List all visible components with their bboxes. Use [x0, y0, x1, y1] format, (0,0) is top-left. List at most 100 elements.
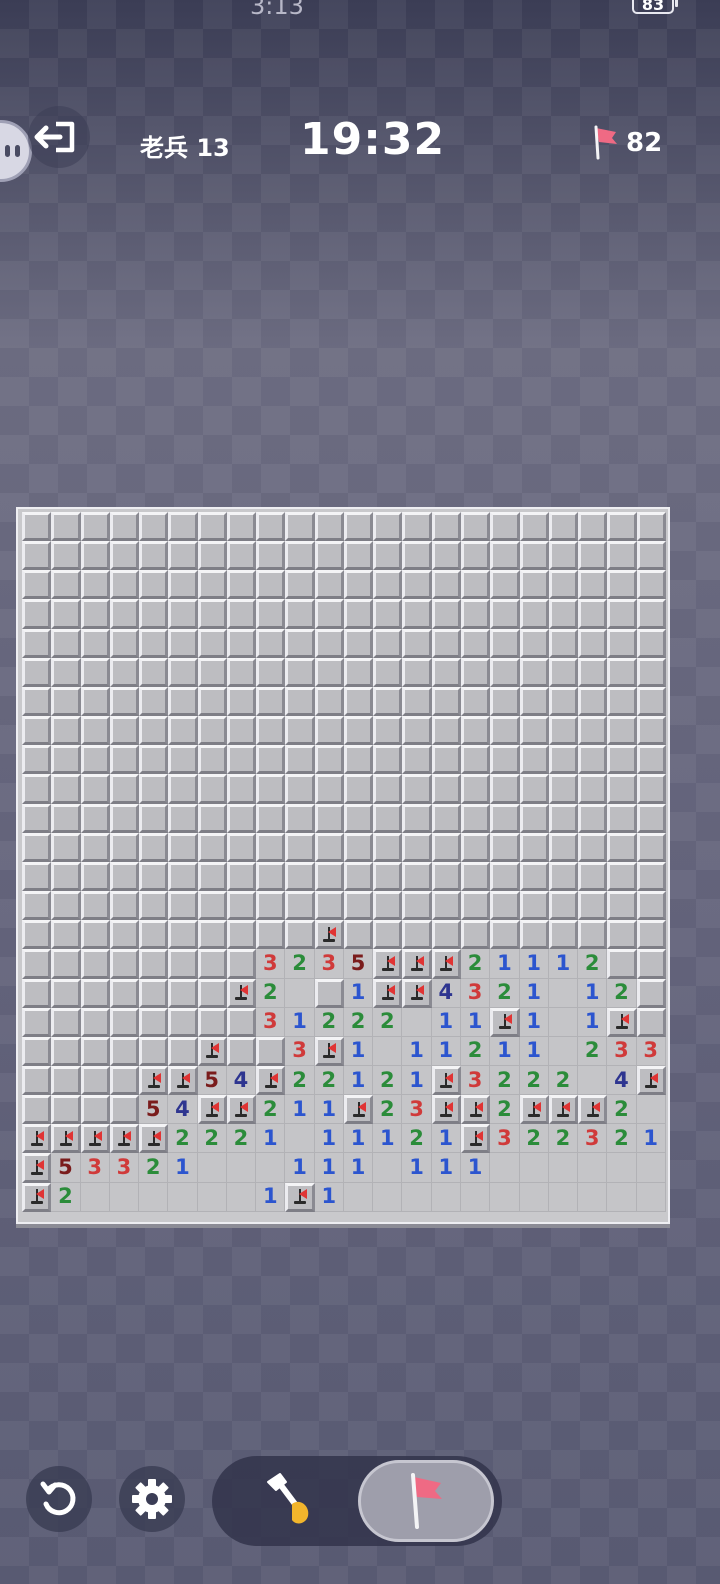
covered-tile[interactable] — [51, 657, 81, 687]
covered-tile[interactable] — [256, 599, 286, 629]
covered-tile[interactable] — [22, 920, 52, 950]
flagged-tile[interactable] — [460, 1124, 491, 1154]
revealed-number-tile[interactable]: 1 — [402, 1153, 432, 1183]
revealed-empty-tile[interactable] — [460, 1182, 491, 1212]
covered-tile[interactable] — [80, 686, 110, 717]
revealed-number-tile[interactable]: 1 — [519, 978, 549, 1008]
flagged-tile[interactable] — [109, 1124, 140, 1154]
revealed-number-tile[interactable]: 1 — [256, 1124, 286, 1154]
revealed-number-tile[interactable]: 4 — [607, 1065, 637, 1096]
covered-tile[interactable] — [548, 599, 579, 629]
covered-tile[interactable] — [490, 716, 520, 746]
covered-tile[interactable] — [109, 803, 140, 833]
covered-tile[interactable] — [22, 861, 52, 892]
covered-tile[interactable] — [314, 745, 344, 775]
covered-tile[interactable] — [22, 686, 52, 717]
covered-tile[interactable] — [431, 832, 461, 862]
covered-tile[interactable] — [460, 891, 491, 921]
revealed-number-tile[interactable]: 2 — [460, 1036, 491, 1066]
covered-tile[interactable] — [636, 774, 666, 804]
revealed-number-tile[interactable]: 1 — [314, 1095, 344, 1125]
revealed-number-tile[interactable]: 2 — [490, 1095, 520, 1125]
covered-tile[interactable] — [109, 774, 140, 804]
flagged-tile[interactable] — [314, 920, 344, 950]
covered-tile[interactable] — [109, 686, 140, 717]
covered-tile[interactable] — [402, 628, 432, 658]
covered-tile[interactable] — [578, 512, 608, 542]
covered-tile[interactable] — [285, 745, 315, 775]
covered-tile[interactable] — [197, 1007, 227, 1037]
covered-tile[interactable] — [578, 745, 608, 775]
revealed-number-tile[interactable]: 3 — [607, 1036, 637, 1066]
covered-tile[interactable] — [22, 512, 52, 542]
flagged-tile[interactable] — [197, 1095, 227, 1125]
covered-tile[interactable] — [373, 891, 403, 921]
revealed-number-tile[interactable]: 5 — [139, 1095, 169, 1125]
revealed-number-tile[interactable]: 1 — [285, 1153, 315, 1183]
revealed-number-tile[interactable]: 5 — [197, 1065, 227, 1096]
covered-tile[interactable] — [314, 657, 344, 687]
covered-tile[interactable] — [373, 745, 403, 775]
covered-tile[interactable] — [197, 628, 227, 658]
revealed-number-tile[interactable]: 2 — [607, 978, 637, 1008]
revealed-number-tile[interactable]: 3 — [490, 1124, 520, 1154]
revealed-number-tile[interactable]: 2 — [519, 1124, 549, 1154]
covered-tile[interactable] — [226, 832, 257, 862]
covered-tile[interactable] — [256, 657, 286, 687]
covered-tile[interactable] — [431, 745, 461, 775]
covered-tile[interactable] — [168, 541, 198, 571]
covered-tile[interactable] — [314, 570, 344, 600]
covered-tile[interactable] — [578, 541, 608, 571]
covered-tile[interactable] — [168, 832, 198, 862]
covered-tile[interactable] — [607, 832, 637, 862]
covered-tile[interactable] — [431, 512, 461, 542]
covered-tile[interactable] — [256, 541, 286, 571]
covered-tile[interactable] — [109, 1007, 140, 1037]
covered-tile[interactable] — [109, 832, 140, 862]
covered-tile[interactable] — [139, 832, 169, 862]
covered-tile[interactable] — [226, 774, 257, 804]
flagged-tile[interactable] — [402, 978, 432, 1008]
covered-tile[interactable] — [197, 541, 227, 571]
covered-tile[interactable] — [636, 599, 666, 629]
covered-tile[interactable] — [197, 599, 227, 629]
revealed-empty-tile[interactable] — [109, 1182, 140, 1212]
covered-tile[interactable] — [22, 1095, 52, 1125]
revealed-number-tile[interactable]: 2 — [256, 978, 286, 1008]
covered-tile[interactable] — [109, 891, 140, 921]
covered-tile[interactable] — [80, 657, 110, 687]
covered-tile[interactable] — [636, 978, 666, 1008]
settings-button[interactable] — [119, 1466, 185, 1532]
revealed-number-tile[interactable]: 1 — [519, 949, 549, 979]
revealed-empty-tile[interactable] — [519, 1182, 549, 1212]
covered-tile[interactable] — [578, 599, 608, 629]
covered-tile[interactable] — [197, 745, 227, 775]
revealed-number-tile[interactable]: 3 — [402, 1095, 432, 1125]
covered-tile[interactable] — [548, 891, 579, 921]
revealed-number-tile[interactable]: 2 — [51, 1182, 81, 1212]
revealed-empty-tile[interactable] — [343, 1182, 374, 1212]
revealed-empty-tile[interactable] — [548, 1036, 579, 1066]
covered-tile[interactable] — [168, 716, 198, 746]
covered-tile[interactable] — [490, 628, 520, 658]
covered-tile[interactable] — [22, 1065, 52, 1096]
revealed-number-tile[interactable]: 2 — [519, 1065, 549, 1096]
flagged-tile[interactable] — [139, 1065, 169, 1096]
covered-tile[interactable] — [607, 803, 637, 833]
covered-tile[interactable] — [314, 978, 344, 1008]
covered-tile[interactable] — [51, 949, 81, 979]
covered-tile[interactable] — [578, 803, 608, 833]
covered-tile[interactable] — [197, 949, 227, 979]
covered-tile[interactable] — [578, 628, 608, 658]
covered-tile[interactable] — [226, 686, 257, 717]
revealed-number-tile[interactable]: 2 — [402, 1124, 432, 1154]
revealed-number-tile[interactable]: 2 — [578, 949, 608, 979]
covered-tile[interactable] — [256, 512, 286, 542]
covered-tile[interactable] — [139, 541, 169, 571]
covered-tile[interactable] — [22, 628, 52, 658]
covered-tile[interactable] — [343, 570, 374, 600]
covered-tile[interactable] — [519, 803, 549, 833]
covered-tile[interactable] — [109, 716, 140, 746]
covered-tile[interactable] — [636, 803, 666, 833]
flagged-tile[interactable] — [226, 978, 257, 1008]
